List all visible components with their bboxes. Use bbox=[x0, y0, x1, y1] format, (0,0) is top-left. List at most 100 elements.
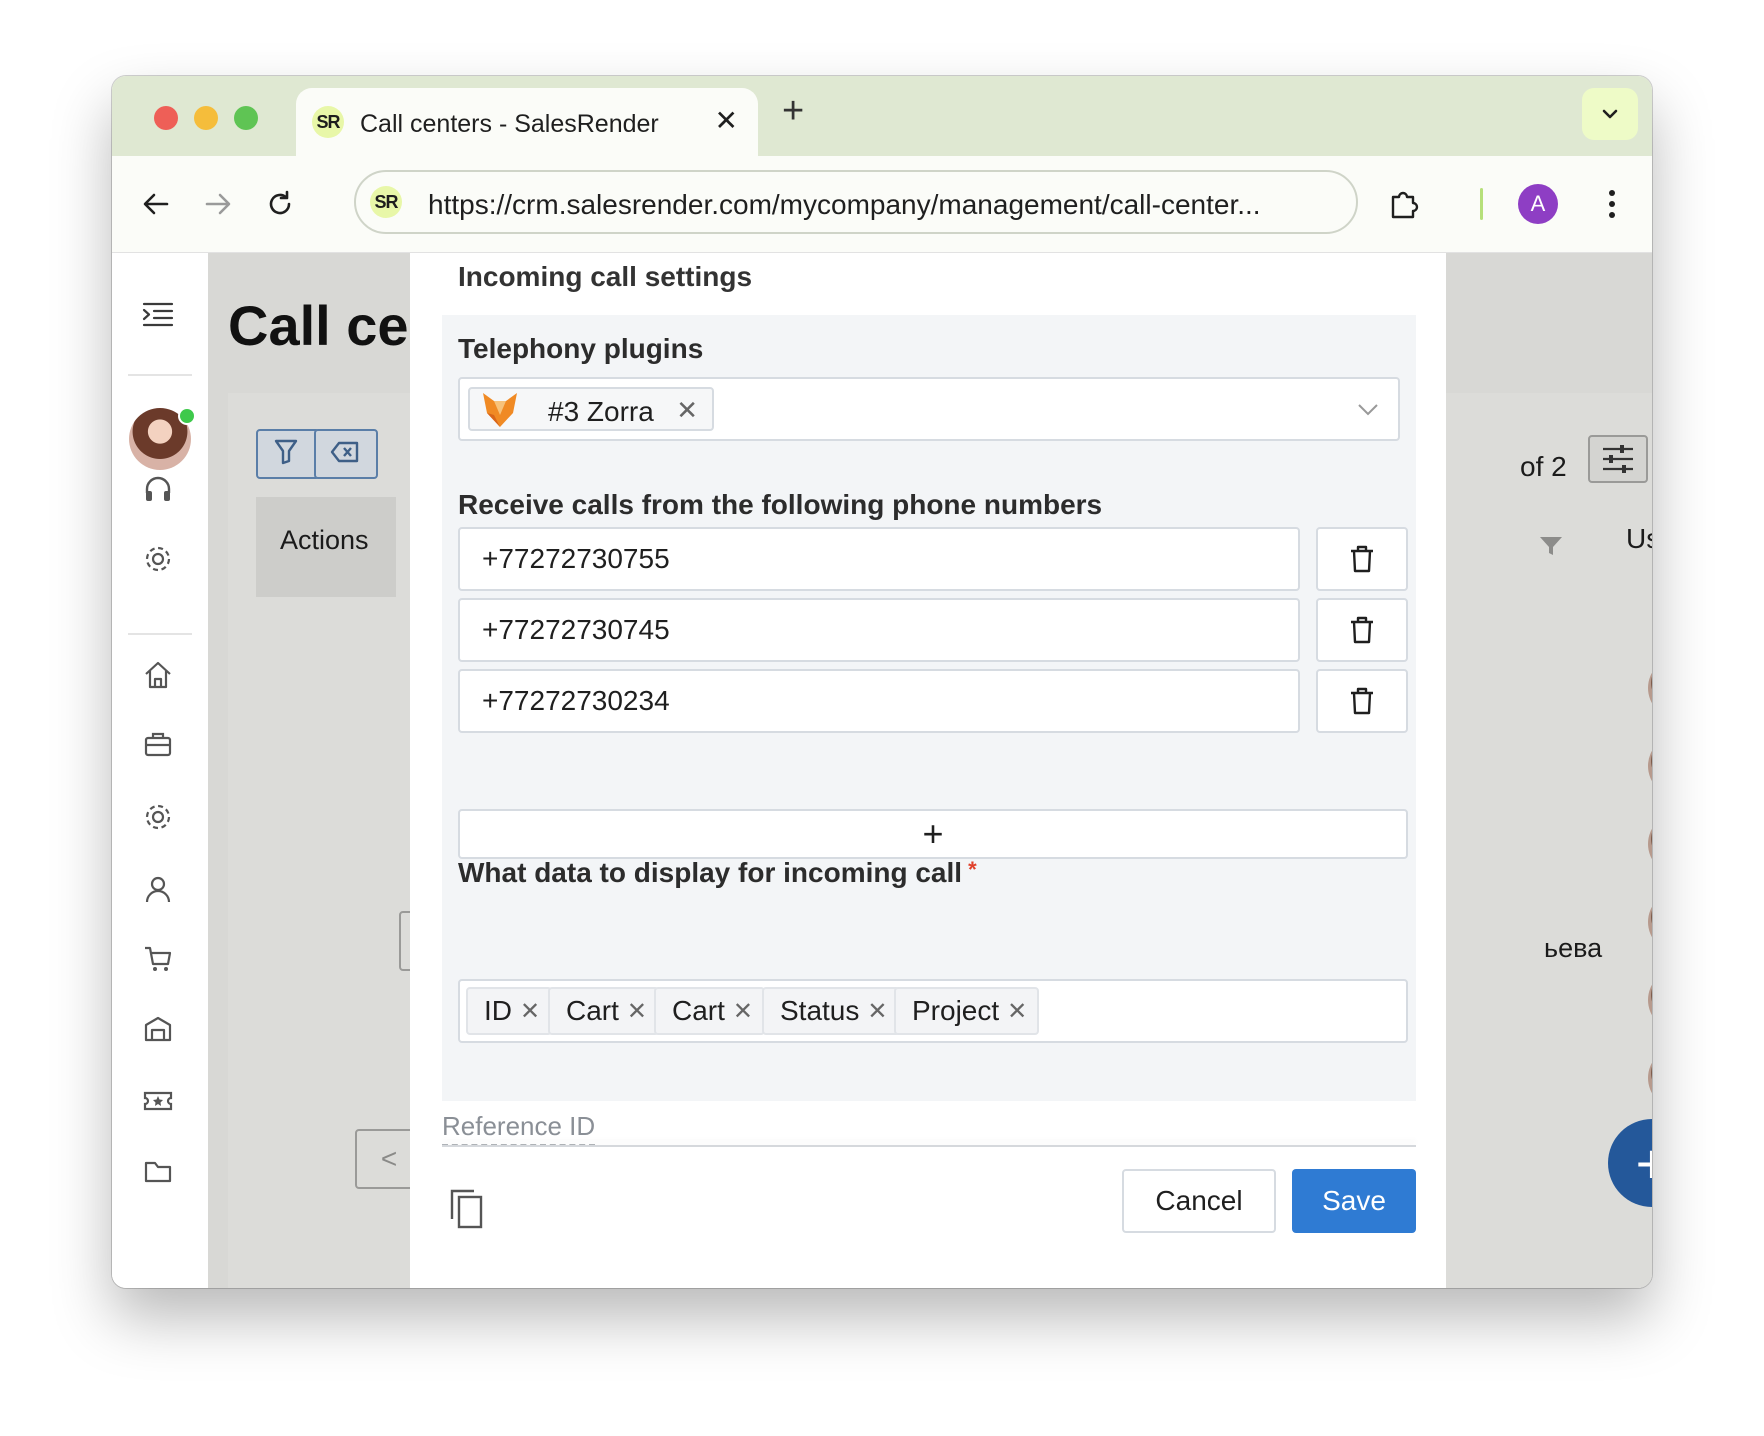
sidebar-item-files[interactable] bbox=[140, 1153, 176, 1189]
trash-icon bbox=[1351, 616, 1373, 644]
remove-tag-icon[interactable]: ✕ bbox=[520, 997, 540, 1026]
sidebar-item-warehouse[interactable] bbox=[140, 1011, 176, 1047]
sidebar-item-shop[interactable] bbox=[140, 941, 176, 977]
sidebar-divider bbox=[128, 633, 192, 635]
trash-icon bbox=[1351, 687, 1373, 715]
sidebar-item-orders[interactable] bbox=[140, 727, 176, 763]
app-sidebar bbox=[112, 253, 208, 1288]
display-tag-label: Cart bbox=[672, 995, 725, 1026]
kebab-menu-icon bbox=[1609, 190, 1615, 218]
browser-menu-button[interactable] bbox=[1594, 186, 1630, 222]
back-arrow-icon bbox=[143, 193, 169, 215]
tab-strip: SR Call centers - SalesRender ✕ + bbox=[112, 76, 1652, 156]
phone-number-value[interactable]: +77272730755 bbox=[482, 543, 670, 575]
chevron-down-icon bbox=[1602, 109, 1618, 119]
sidebar-item-tickets[interactable] bbox=[140, 1083, 176, 1119]
required-asterisk: * bbox=[968, 857, 977, 882]
display-tag: ID ✕ bbox=[466, 987, 553, 1035]
home-icon bbox=[145, 661, 171, 689]
remove-tag-icon[interactable]: ✕ bbox=[627, 997, 647, 1026]
tab-close-icon[interactable]: ✕ bbox=[715, 104, 738, 137]
browser-toolbar: SR https://crm.salesrender.com/mycompany… bbox=[112, 156, 1652, 253]
ticket-star-icon bbox=[143, 1091, 173, 1111]
zorra-fox-icon bbox=[483, 393, 517, 427]
reload-button[interactable] bbox=[262, 186, 298, 222]
remove-tag-icon[interactable]: ✕ bbox=[733, 997, 753, 1026]
incoming-call-settings-modal: Incoming call settings Telephony plugins… bbox=[410, 253, 1446, 1288]
toolbar-divider bbox=[1480, 188, 1483, 220]
add-phone-button[interactable]: + bbox=[458, 809, 1408, 859]
menu-toggle[interactable] bbox=[140, 297, 176, 333]
settings-section: Telephony plugins #3 Zorra ✕ Receive cal… bbox=[442, 315, 1416, 1101]
phone-number-field[interactable]: +77272730234 bbox=[458, 669, 1300, 733]
tab-search-button[interactable] bbox=[1582, 88, 1638, 140]
cog-icon bbox=[145, 804, 171, 830]
phone-number-field[interactable]: +77272730745 bbox=[458, 598, 1300, 662]
remove-tag-icon[interactable]: ✕ bbox=[867, 997, 887, 1026]
extensions-button[interactable] bbox=[1386, 186, 1422, 222]
remove-tag-icon[interactable]: ✕ bbox=[1007, 997, 1027, 1026]
column-settings-button[interactable] bbox=[1588, 435, 1648, 483]
telephony-plugins-label: Telephony plugins bbox=[458, 333, 704, 364]
forward-button[interactable] bbox=[200, 186, 236, 222]
page-title: Call ce bbox=[228, 294, 409, 357]
display-tag-label: Project bbox=[912, 995, 1000, 1026]
clear-filter-button[interactable] bbox=[314, 429, 378, 479]
phone-number-value[interactable]: +77272730234 bbox=[482, 685, 670, 717]
selected-plugin-name: #3 Zorra bbox=[548, 396, 654, 427]
phone-number-field[interactable]: +77272730755 bbox=[458, 527, 1300, 591]
display-tag-label: Status bbox=[780, 995, 860, 1026]
cancel-button[interactable]: Cancel bbox=[1122, 1169, 1276, 1233]
new-tab-button[interactable]: + bbox=[782, 90, 804, 133]
selected-plugin-tag: #3 Zorra ✕ bbox=[468, 387, 714, 431]
phone-number-value[interactable]: +77272730745 bbox=[482, 614, 670, 646]
back-button[interactable] bbox=[138, 186, 174, 222]
reload-icon bbox=[269, 190, 291, 215]
column-filter-icon[interactable] bbox=[1538, 535, 1564, 557]
delete-phone-button[interactable] bbox=[1316, 598, 1408, 662]
modal-heading: Incoming call settings bbox=[458, 261, 753, 292]
sidebar-item-settings[interactable] bbox=[140, 541, 176, 577]
trash-icon bbox=[1351, 545, 1373, 573]
save-button[interactable]: Save bbox=[1292, 1169, 1416, 1233]
chevron-down-icon[interactable] bbox=[1356, 397, 1380, 421]
address-bar[interactable]: SR https://crm.salesrender.com/mycompany… bbox=[354, 170, 1358, 234]
display-data-label: What data to display for incoming call * bbox=[458, 857, 977, 889]
sidebar-item-configuration[interactable] bbox=[140, 799, 176, 835]
phone-numbers-label: Receive calls from the following phone n… bbox=[458, 489, 1103, 520]
delete-phone-button[interactable] bbox=[1316, 669, 1408, 733]
close-window-button[interactable] bbox=[154, 106, 178, 130]
backspace-icon bbox=[330, 441, 359, 463]
sidebar-divider bbox=[128, 374, 192, 376]
briefcase-icon bbox=[144, 732, 172, 757]
online-status-dot bbox=[178, 407, 196, 425]
filter-button[interactable] bbox=[256, 429, 320, 479]
actions-header-label: Actions bbox=[280, 525, 369, 555]
tab-title: Call centers - SalesRender bbox=[360, 110, 659, 138]
sidebar-item-users[interactable] bbox=[140, 871, 176, 907]
browser-tab[interactable]: SR Call centers - SalesRender ✕ bbox=[296, 88, 758, 156]
display-data-label-text: What data to display for incoming call bbox=[458, 857, 963, 888]
copy-button[interactable] bbox=[450, 1189, 484, 1234]
delete-phone-button[interactable] bbox=[1316, 527, 1408, 591]
users-column-header: Users bbox=[1626, 523, 1652, 554]
telephony-plugins-select[interactable]: #3 Zorra ✕ bbox=[458, 377, 1400, 441]
filter-icon bbox=[274, 439, 298, 465]
remove-plugin-icon[interactable]: ✕ bbox=[676, 395, 698, 426]
copy-icon bbox=[450, 1189, 483, 1229]
maximize-window-button[interactable] bbox=[234, 106, 258, 130]
sidebar-item-home[interactable] bbox=[140, 657, 176, 693]
folder-icon bbox=[144, 1161, 172, 1183]
puzzle-piece-icon bbox=[1391, 191, 1419, 219]
sidebar-item-calls[interactable] bbox=[140, 471, 176, 507]
display-data-select[interactable]: ID ✕ Cart ✕ Cart ✕ Status ✕ Project ✕ bbox=[458, 979, 1408, 1043]
display-tag: Cart ✕ bbox=[548, 987, 660, 1035]
url-text[interactable]: https://crm.salesrender.com/mycompany/ma… bbox=[428, 189, 1261, 221]
site-favicon-icon: SR bbox=[370, 186, 402, 218]
cart-icon bbox=[145, 946, 172, 971]
minimize-window-button[interactable] bbox=[194, 106, 218, 130]
forward-arrow-icon bbox=[205, 193, 231, 215]
sliders-icon bbox=[1603, 445, 1633, 473]
display-tag-label: Cart bbox=[566, 995, 619, 1026]
profile-avatar[interactable]: A bbox=[1518, 184, 1558, 224]
